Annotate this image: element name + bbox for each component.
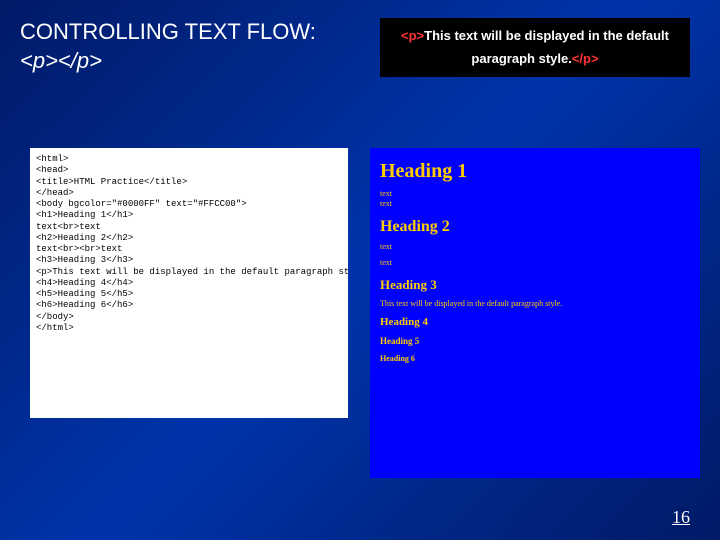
rendered-h1: Heading 1 [380,160,690,183]
rendered-text-line: text [380,199,690,209]
render-panel: Heading 1 text text Heading 2 text text … [370,148,700,478]
p-open-tag: <p> [401,28,424,43]
p-close-tag: </p> [572,51,599,66]
title-main: CONTROLLING TEXT FLOW: [20,18,316,47]
rendered-text-line: text [380,189,690,199]
slide-title: CONTROLLING TEXT FLOW: <p></p> [20,18,316,75]
rendered-paragraph: This text will be displayed in the defau… [380,299,690,308]
rendered-text-line: text [380,242,690,252]
rendered-text-line: text [380,258,690,268]
rendered-h2: Heading 2 [380,218,690,236]
code-panel: <html> <head> <title>HTML Practice</titl… [30,148,348,418]
example-text: This text will be displayed in the defau… [424,28,669,66]
example-box: <p>This text will be displayed in the de… [380,18,690,77]
rendered-h5: Heading 5 [380,336,690,346]
rendered-h3: Heading 3 [380,277,690,293]
page-number: 16 [672,507,690,528]
title-sub: <p></p> [20,47,316,76]
rendered-h6: Heading 6 [380,354,690,363]
rendered-h4: Heading 4 [380,316,690,328]
